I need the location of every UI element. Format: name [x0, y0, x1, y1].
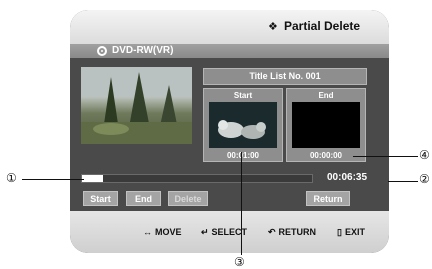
- source-label: DVD-RW(VR): [112, 45, 174, 56]
- return-label: RETURN: [278, 227, 317, 237]
- callout-4-leader: [353, 156, 418, 157]
- move-hint: ↔ MOVE: [143, 227, 182, 237]
- return-button[interactable]: Return: [306, 191, 350, 206]
- screen-title: Partial Delete: [284, 19, 361, 33]
- move-label: MOVE: [155, 227, 182, 237]
- end-frame-header: End: [318, 91, 334, 100]
- start-frame-time: 00:01:00: [226, 151, 260, 160]
- diamond-icon: ❖: [268, 21, 278, 33]
- title-thumbnail: [81, 67, 192, 144]
- end-frame-box: End 00:00:00: [286, 88, 366, 162]
- start-frame-image: [209, 102, 277, 148]
- return-hint: ↶ RETURN: [268, 227, 316, 238]
- callout-1-leader: [22, 179, 84, 180]
- partial-delete-panel: ❖ Partial Delete DVD-RW(VR) Title List N…: [70, 10, 389, 253]
- callout-2: ②: [419, 172, 430, 186]
- exit-label: EXIT: [344, 227, 365, 237]
- title-list-label: Title List No. 001: [203, 68, 367, 85]
- select-icon: ↵: [201, 227, 209, 237]
- start-button[interactable]: Start: [83, 191, 118, 206]
- playback-progress-bar[interactable]: [81, 174, 313, 183]
- callout-1: ①: [6, 171, 17, 185]
- progress-fill: [82, 175, 103, 182]
- exit-hint: ▯ EXIT: [337, 227, 365, 238]
- total-time: 00:06:35: [327, 172, 368, 183]
- callout-2-leader: [388, 181, 418, 182]
- move-arrows-icon: ↔: [143, 227, 152, 237]
- callout-4: ④: [419, 148, 430, 162]
- return-icon: ↶: [268, 227, 276, 237]
- end-button[interactable]: End: [126, 191, 161, 206]
- start-frame-header: Start: [233, 91, 253, 100]
- exit-icon: ▯: [337, 227, 342, 237]
- start-frame-box: Start 00:01:00: [203, 88, 283, 162]
- callout-3: ③: [234, 255, 245, 269]
- disc-icon: [97, 46, 107, 56]
- end-frame-image: [292, 102, 360, 148]
- source-bar: DVD-RW(VR): [70, 44, 389, 58]
- footer-hints: ↔ MOVE ↵ SELECT ↶ RETURN ▯ EXIT: [70, 211, 389, 253]
- callout-3-leader: [241, 152, 242, 255]
- delete-button[interactable]: Delete: [168, 191, 208, 206]
- panel-header: ❖ Partial Delete: [70, 10, 389, 44]
